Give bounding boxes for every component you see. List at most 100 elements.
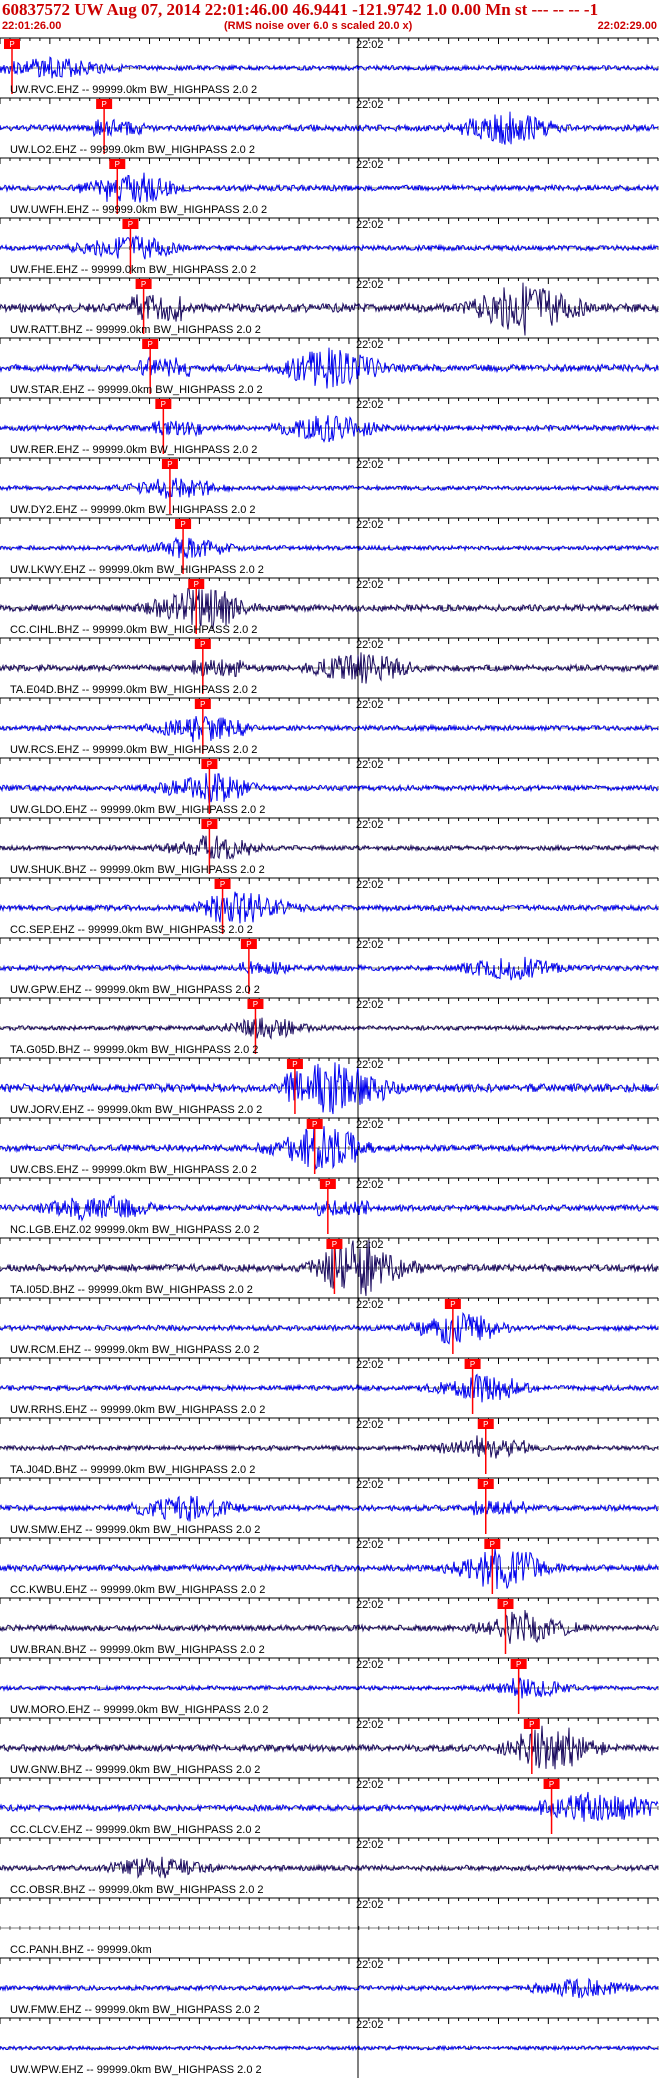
pick-label: P	[483, 1420, 488, 1429]
station-label: UW.GNW.BHZ -- 99999.0km BW_HIGHPASS 2.0 …	[10, 1764, 261, 1776]
waveform	[0, 956, 659, 981]
pick-label: P	[470, 1360, 475, 1369]
pick-label: P	[161, 400, 166, 409]
pick-label: P	[312, 1120, 317, 1129]
minute-label: 22:02	[356, 1239, 384, 1251]
station-label: UW.WPW.EHZ -- 99999.0km BW_HIGHPASS 2.0 …	[10, 2064, 262, 2076]
minute-label: 22:02	[356, 639, 384, 651]
minute-label: 22:02	[356, 1539, 384, 1551]
minute-label: 22:02	[356, 1479, 384, 1491]
station-label: NC.LGB.EHZ.02 99999.0km BW_HIGHPASS 2.0 …	[10, 1224, 260, 1236]
station-label: UW.SMW.EHZ -- 99999.0km BW_HIGHPASS 2.0 …	[10, 1524, 261, 1536]
station-label: UW.MORO.EHZ -- 99999.0km BW_HIGHPASS 2.0…	[10, 1704, 269, 1716]
minute-label: 22:02	[356, 399, 384, 411]
pick-label: P	[490, 1540, 495, 1549]
minute-label: 22:02	[356, 1359, 384, 1371]
waveform	[0, 716, 659, 743]
pick-label: P	[180, 520, 185, 529]
minute-label: 22:02	[356, 759, 384, 771]
station-label: TA.G05D.BHZ -- 99999.0km BW_HIGHPASS 2.0…	[10, 1044, 259, 1056]
minute-label: 22:02	[356, 1119, 384, 1131]
pick-label: P	[200, 640, 205, 649]
waveform	[0, 1124, 659, 1170]
minute-label: 22:02	[356, 699, 384, 711]
pick-label: P	[529, 1720, 534, 1729]
minute-label: 22:02	[356, 1419, 384, 1431]
pick-label: P	[194, 580, 199, 589]
pick-label: P	[246, 940, 251, 949]
pick-label: P	[332, 1240, 337, 1249]
waveform	[0, 1977, 659, 1999]
pick-label: P	[115, 160, 120, 169]
minute-label: 22:02	[356, 339, 384, 351]
minute-label: 22:02	[356, 1299, 384, 1311]
pick-label: P	[141, 280, 146, 289]
station-label: UW.BRAN.BHZ -- 99999.0km BW_HIGHPASS 2.0…	[10, 1644, 265, 1656]
pick-label: P	[450, 1300, 455, 1309]
pick-label: P	[128, 220, 133, 229]
station-label: UW.RCM.EHZ -- 99999.0km BW_HIGHPASS 2.0 …	[10, 1344, 260, 1356]
pick-label: P	[207, 760, 212, 769]
station-label: CC.KWBU.EHZ -- 99999.0km BW_HIGHPASS 2.0…	[10, 1584, 266, 1596]
minute-label: 22:02	[356, 1719, 384, 1731]
waveform	[0, 891, 659, 924]
station-label: UW.UWFH.EHZ -- 99999.0km BW_HIGHPASS 2.0…	[10, 204, 268, 216]
pick-label: P	[253, 1000, 258, 1009]
waveform	[0, 1548, 659, 1590]
minute-label: 22:02	[356, 279, 384, 291]
station-label: UW.DY2.EHZ -- 99999.0km BW_HIGHPASS 2.0 …	[10, 504, 256, 516]
pick-label: P	[516, 1660, 521, 1669]
waveform	[0, 172, 659, 203]
station-label: UW.RVC.EHZ -- 99999.0km BW_HIGHPASS 2.0 …	[10, 84, 258, 96]
station-label: UW.LO2.EHZ -- 99999.0km BW_HIGHPASS 2.0 …	[10, 144, 255, 156]
minute-label: 22:02	[356, 1599, 384, 1611]
station-label: CC.CIHL.BHZ -- 99999.0km BW_HIGHPASS 2.0…	[10, 624, 258, 636]
minute-label: 22:02	[356, 939, 384, 951]
station-label: TA.E04D.BHZ -- 99999.0km BW_HIGHPASS 2.0…	[10, 684, 258, 696]
station-label: TA.J04D.BHZ -- 99999.0km BW_HIGHPASS 2.0…	[10, 1464, 256, 1476]
station-label: CC.OBSR.BHZ -- 99999.0km BW_HIGHPASS 2.0…	[10, 1884, 264, 1896]
station-label: UW.RRHS.EHZ -- 99999.0km BW_HIGHPASS 2.0…	[10, 1404, 266, 1416]
station-label: UW.GPW.EHZ -- 99999.0km BW_HIGHPASS 2.0 …	[10, 984, 260, 996]
waveform	[0, 1435, 659, 1459]
station-label: UW.LKWY.EHZ -- 99999.0km BW_HIGHPASS 2.0…	[10, 564, 264, 576]
waveform	[0, 1017, 659, 1040]
station-label: UW.RCS.EHZ -- 99999.0km BW_HIGHPASS 2.0 …	[10, 744, 258, 756]
pick-label: P	[503, 1600, 508, 1609]
minute-label: 22:02	[356, 459, 384, 471]
pick-label: P	[101, 100, 106, 109]
pick-label: P	[167, 460, 172, 469]
pick-label: P	[200, 700, 205, 709]
minute-label: 22:02	[356, 999, 384, 1011]
pick-label: P	[549, 1780, 554, 1789]
minute-label: 22:02	[356, 39, 384, 51]
station-label: UW.RATT.BHZ -- 99999.0km BW_HIGHPASS 2.0…	[10, 324, 261, 336]
minute-label: 22:02	[356, 1779, 384, 1791]
station-label: CC.SEP.EHZ -- 99999.0km BW_HIGHPASS 2.0 …	[10, 924, 253, 936]
minute-label: 22:02	[356, 1659, 384, 1671]
pick-label: P	[483, 1480, 488, 1489]
minute-label: 22:02	[356, 879, 384, 891]
minute-label: 22:02	[356, 1179, 384, 1191]
minute-label: 22:02	[356, 219, 384, 231]
minute-label: 22:02	[356, 2019, 384, 2031]
station-label: UW.JORV.EHZ -- 99999.0km BW_HIGHPASS 2.0…	[10, 1104, 263, 1116]
station-label: UW.GLDO.EHZ -- 99999.0km BW_HIGHPASS 2.0…	[10, 804, 266, 816]
pick-label: P	[220, 880, 225, 889]
minute-label: 22:02	[356, 1959, 384, 1971]
pick-label: P	[325, 1180, 330, 1189]
waveform	[0, 773, 659, 804]
station-label: UW.CBS.EHZ -- 99999.0km BW_HIGHPASS 2.0 …	[10, 1164, 257, 1176]
waveform	[0, 477, 659, 499]
minute-label: 22:02	[356, 99, 384, 111]
station-label: UW.FHE.EHZ -- 99999.0km BW_HIGHPASS 2.0 …	[10, 264, 257, 276]
pick-label: P	[207, 820, 212, 829]
station-label: UW.FMW.EHZ -- 99999.0km BW_HIGHPASS 2.0 …	[10, 2004, 260, 2016]
seismogram-page: 60837572 UW Aug 07, 2014 22:01:46.00 46.…	[0, 0, 660, 2078]
waveform	[0, 415, 659, 443]
minute-label: 22:02	[356, 519, 384, 531]
station-label: UW.SHUK.BHZ -- 99999.0km BW_HIGHPASS 2.0…	[10, 864, 265, 876]
minute-label: 22:02	[356, 579, 384, 591]
minute-label: 22:02	[356, 159, 384, 171]
station-label: CC.PANH.BHZ -- 99999.0km	[10, 1944, 152, 1956]
